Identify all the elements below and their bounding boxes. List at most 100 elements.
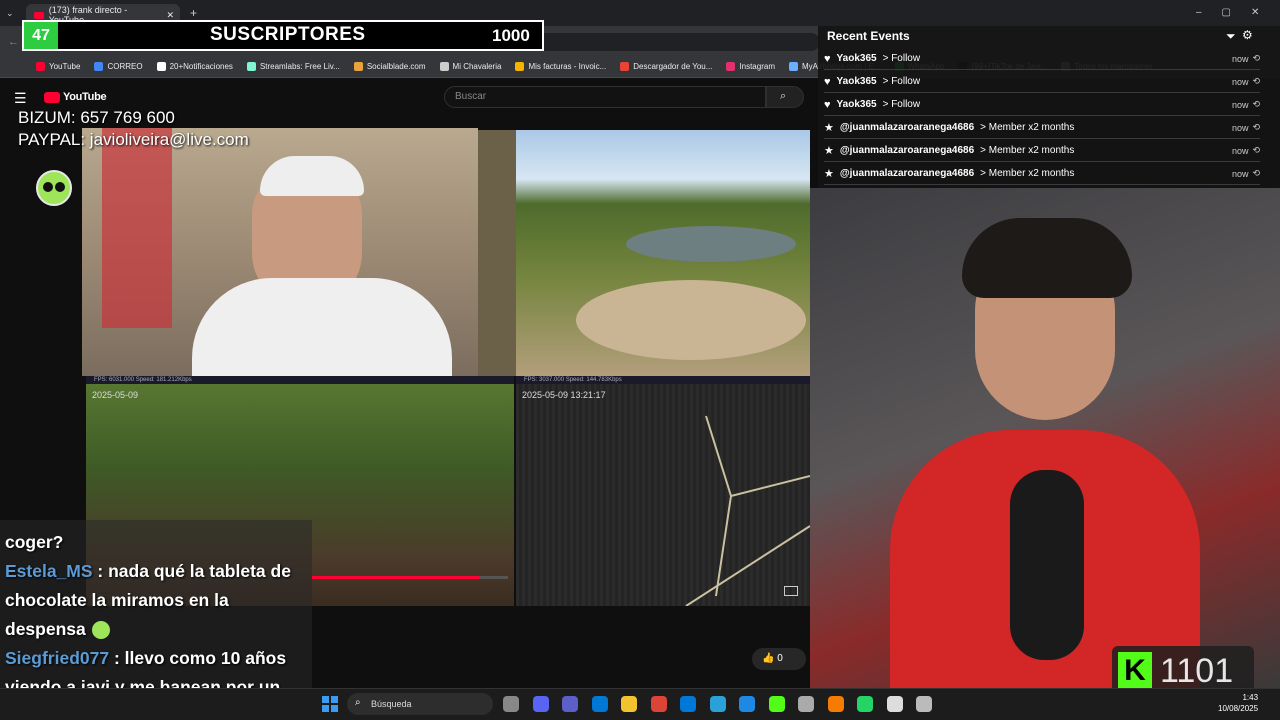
clock-date: 10/08/2025 — [1218, 704, 1259, 713]
bookmark-label: 20+Notificaciones — [169, 62, 233, 71]
event-action: > Member x2 months — [980, 145, 1075, 156]
bookmark-favicon-icon — [36, 62, 45, 71]
bookmark-item[interactable]: Socialblade.com — [353, 62, 426, 71]
bookmark-item[interactable]: Descargador de You... — [620, 62, 712, 71]
replay-icon[interactable]: ⟲ — [1252, 53, 1260, 64]
bookmark-label: CORREO — [107, 62, 143, 71]
recent-events-title: Recent Events — [827, 29, 910, 43]
event-row: ♥ Yaok365 > Follow now ⟲ — [824, 71, 1260, 93]
tab-search-icon[interactable]: ⌄ — [6, 8, 20, 20]
event-time-label: now — [1231, 122, 1249, 133]
globe-icon[interactable] — [739, 696, 755, 712]
bookmark-label: Mis facturas - Invoic... — [528, 62, 607, 71]
bookmark-item[interactable]: CORREO — [94, 62, 143, 71]
heart-icon: ♥ — [824, 52, 831, 65]
replay-icon[interactable]: ⟲ — [1252, 145, 1260, 156]
star-icon: ★ — [824, 145, 834, 157]
edge-icon[interactable] — [680, 696, 696, 712]
chat-username: Siegfried077 — [5, 648, 110, 668]
event-time: now ⟲ — [1232, 76, 1260, 87]
app-icon[interactable] — [916, 696, 932, 712]
event-time: now ⟲ — [1232, 122, 1260, 133]
youtube-logo[interactable]: YouTube — [44, 91, 107, 103]
replay-icon[interactable]: ⟲ — [1252, 99, 1260, 110]
bookmark-favicon-icon — [515, 62, 525, 71]
video-tile-net: FPS: 3037.000 Speed: 144.783Kbps 2025-05… — [516, 376, 810, 606]
event-user: @juanmalazaroaranega4686 — [839, 145, 975, 156]
heart-icon: ♥ — [824, 98, 831, 111]
event-action: > Member x2 months — [980, 122, 1075, 133]
replay-icon[interactable]: ⟲ — [1252, 76, 1260, 87]
event-time-label: now — [1231, 99, 1249, 110]
video-tile-presenter — [82, 128, 478, 376]
filter-icon[interactable]: ⏷ — [1226, 29, 1236, 44]
search-input[interactable]: Buscar — [444, 86, 766, 108]
event-action: > Follow — [882, 76, 921, 87]
taskbar-search[interactable]: Búsqueda — [347, 693, 493, 715]
event-user: Yaok365 — [836, 53, 877, 64]
bookmark-label: Mi Chavaleria — [452, 62, 502, 71]
back-icon[interactable]: ← — [8, 36, 19, 48]
windows-taskbar — [0, 688, 1280, 720]
alien-emote-icon — [36, 170, 72, 206]
telegram-icon[interactable] — [709, 696, 726, 712]
event-time: now ⟲ — [1232, 168, 1260, 179]
microphone — [1010, 470, 1084, 660]
event-time-label: now — [1231, 76, 1249, 87]
event-time-label: now — [1231, 53, 1249, 64]
kick-icon[interactable] — [768, 696, 785, 712]
kick-logo-icon: K — [1118, 652, 1152, 690]
event-row: ♥ Yaok365 > Follow now ⟲ — [824, 48, 1260, 70]
replay-icon[interactable]: ⟲ — [1252, 168, 1260, 179]
subscriber-label: SUSCRIPTORES — [210, 24, 366, 45]
whatsapp-icon[interactable] — [857, 696, 873, 712]
chrome-icon[interactable] — [650, 696, 667, 712]
replay-icon[interactable]: ⟲ — [1252, 122, 1260, 133]
new-tab-icon[interactable]: + — [190, 6, 197, 20]
settings-icon[interactable] — [798, 696, 814, 712]
alien-emote-icon — [91, 621, 110, 640]
bookmark-label: Instagram — [739, 62, 775, 71]
event-row: ★ @juanmalazaroaranega4686 > Member x2 mon… — [824, 117, 1260, 139]
like-button[interactable]: 👍 0 — [752, 648, 806, 670]
outlook-icon[interactable] — [591, 696, 608, 712]
teams-icon[interactable] — [562, 696, 578, 712]
file-explorer-icon[interactable] — [621, 696, 637, 712]
menu-icon[interactable]: ☰ — [14, 90, 27, 107]
event-row: ★ @juanmalazaroaranega4686 > Member x2 mon… — [824, 163, 1260, 185]
app-icon[interactable] — [886, 696, 903, 712]
bizum-text: BIZUM: 657 769 600 — [18, 108, 175, 127]
windows-start-icon[interactable] — [322, 696, 338, 712]
video-tile-field — [516, 130, 810, 376]
firefox-icon[interactable] — [827, 696, 844, 712]
event-time: now ⟲ — [1232, 99, 1260, 110]
bookmark-item[interactable]: Mi Chavaleria — [439, 62, 502, 71]
star-icon: ★ — [824, 122, 834, 134]
chat-text: chocolate la miramos en la — [5, 590, 229, 610]
bookmark-item[interactable]: Instagram — [726, 62, 775, 71]
chat-username: Estela_MS — [5, 561, 93, 581]
window-controls[interactable]: –▢✕ — [1196, 7, 1279, 18]
bookmark-favicon-icon — [353, 62, 363, 71]
chat-message: Estela_MS : nada qué la tableta de — [5, 557, 311, 586]
event-action: > Follow — [882, 99, 921, 110]
chat-text: : llevo como 10 años — [113, 648, 287, 668]
camera-status-bar: FPS: 6031.000 Speed: 181.212Kbps — [86, 376, 514, 384]
event-user: Yaok365 — [836, 76, 877, 87]
bookmark-item[interactable]: 20+Notificaciones — [156, 62, 233, 71]
bookmark-item[interactable]: Mis facturas - Invoic... — [515, 62, 606, 71]
search-button[interactable]: ⌕ — [766, 86, 804, 108]
youtube-favicon-icon — [34, 11, 44, 19]
subscriber-goal: 1000 — [492, 26, 530, 45]
bookmark-label: YouTube — [49, 62, 81, 71]
gear-icon[interactable]: ⚙ — [1242, 28, 1253, 42]
task-view-icon[interactable] — [503, 696, 519, 712]
discord-icon[interactable] — [532, 696, 549, 712]
chat-message: chocolate la miramos en la — [5, 586, 311, 615]
captions-icon[interactable] — [784, 586, 798, 596]
bookmark-item[interactable]: Streamlabs: Free Liv... — [246, 62, 340, 71]
chat-text: despensa — [5, 619, 86, 639]
youtube-play-icon — [44, 91, 60, 103]
tab-close-icon[interactable]: ✕ — [166, 10, 174, 21]
bookmark-item[interactable]: YouTube — [36, 62, 80, 71]
